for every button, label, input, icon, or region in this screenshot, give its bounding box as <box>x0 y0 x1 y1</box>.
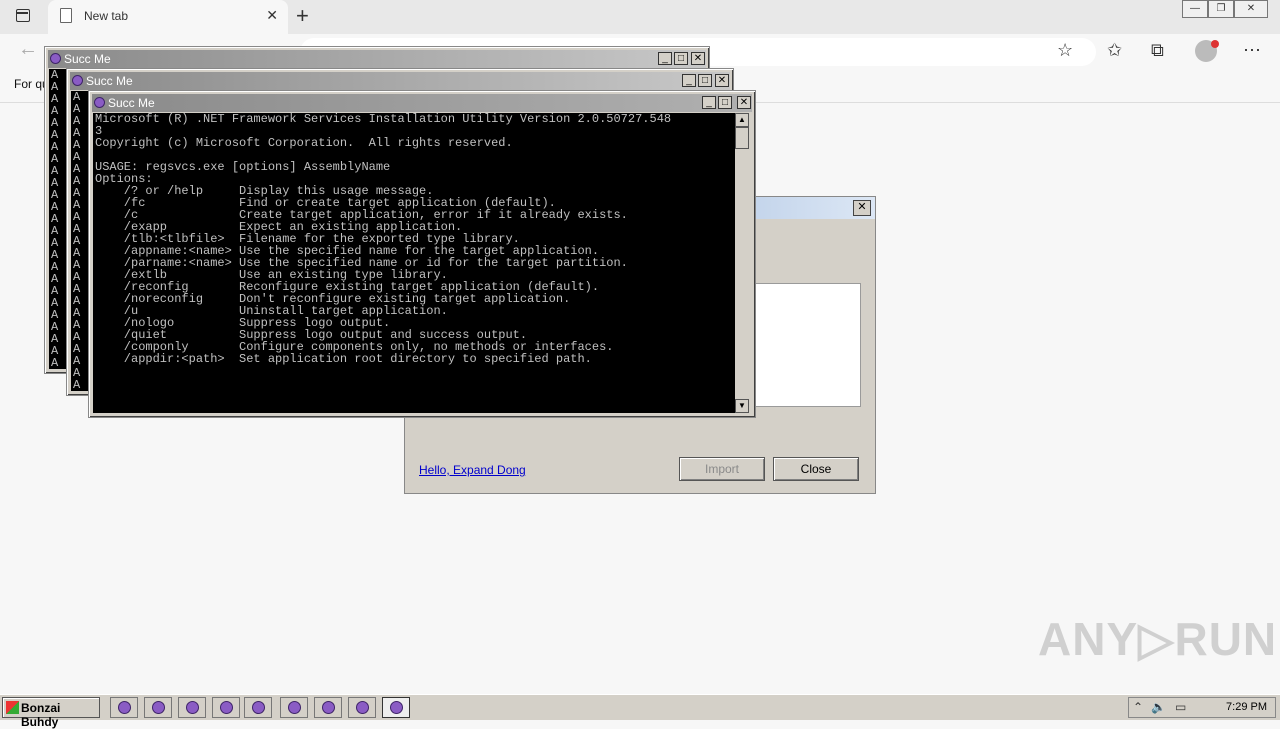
maximize-button[interactable]: □ <box>698 74 712 87</box>
taskbar-item[interactable] <box>314 697 342 718</box>
minimize-window-button[interactable]: — <box>1182 0 1208 18</box>
bonzi-icon <box>390 701 403 714</box>
taskbar-item[interactable] <box>110 697 138 718</box>
close-button[interactable]: ✕ <box>715 74 729 87</box>
maximize-button[interactable]: □ <box>718 96 732 109</box>
minimize-button[interactable]: _ <box>702 96 716 109</box>
dialog-close-icon[interactable]: ✕ <box>853 200 871 216</box>
page-icon <box>60 8 72 23</box>
console-scrollbar[interactable]: ▲ ▼ <box>735 113 749 413</box>
console-title: Succ Me <box>86 74 133 88</box>
bonzi-icon <box>186 701 199 714</box>
tab-new-tab[interactable]: New tab ✕ <box>48 0 288 34</box>
scroll-down-button[interactable]: ▼ <box>735 399 749 413</box>
console-output: Microsoft (R) .NET Framework Services In… <box>93 113 737 413</box>
bonzi-icon <box>356 701 369 714</box>
taskbar-item[interactable] <box>212 697 240 718</box>
bonzi-icon <box>152 701 165 714</box>
watermark-logo: ANY▷RUN <box>1038 613 1278 665</box>
console-title-bar[interactable]: Succ Me _ □ ✕ <box>70 72 730 90</box>
close-button[interactable]: Close <box>773 457 859 481</box>
start-button[interactable]: Bonzai Buhdy <box>2 697 100 729</box>
restore-window-button[interactable]: ❐ <box>1208 0 1234 18</box>
dialog-content-box <box>755 283 861 407</box>
console-title-bar[interactable]: Succ Me _ □ ✕ <box>92 94 752 112</box>
import-button[interactable]: Import <box>679 457 765 481</box>
scroll-thumb[interactable] <box>735 127 749 149</box>
clock[interactable]: 7:29 PM <box>1226 701 1267 713</box>
minimize-button[interactable]: _ <box>682 74 696 87</box>
close-button[interactable]: ✕ <box>691 52 705 65</box>
windows-flag-icon <box>6 701 19 714</box>
minimize-button[interactable]: _ <box>658 52 672 65</box>
new-tab-button[interactable]: + <box>296 3 309 29</box>
scroll-up-button[interactable]: ▲ <box>735 113 749 127</box>
taskbar-item[interactable] <box>178 697 206 718</box>
taskbar-item[interactable] <box>244 697 272 718</box>
console-window-front[interactable]: Succ Me _ □ ✕ Microsoft (R) .NET Framewo… <box>88 90 756 418</box>
bonzi-icon <box>288 701 301 714</box>
maximize-button[interactable]: □ <box>674 52 688 65</box>
network-icon[interactable]: ▭ <box>1175 700 1186 714</box>
taskbar-item[interactable] <box>144 697 172 718</box>
bonzi-icon <box>252 701 265 714</box>
console-title-bar[interactable]: Succ Me _ □ ✕ <box>48 50 706 68</box>
bonzi-icon <box>50 53 61 64</box>
bonzi-icon <box>118 701 131 714</box>
bonzi-icon <box>94 97 105 108</box>
system-tray: ⌃ 🔈 ▭ 7:29 PM <box>1128 697 1276 718</box>
console-title: Succ Me <box>108 96 155 110</box>
bonzi-icon <box>220 701 233 714</box>
back-button[interactable]: ← <box>18 38 38 61</box>
favorites-icon[interactable]: ✩ <box>1107 40 1122 61</box>
bonzi-icon <box>322 701 335 714</box>
close-button[interactable]: ✕ <box>737 96 751 109</box>
more-icon[interactable]: ⋯ <box>1243 40 1261 61</box>
collections-icon[interactable]: ⧉ <box>1151 40 1164 61</box>
taskbar: Bonzai Buhdy ⌃ 🔈 ▭ 7:29 PM <box>0 694 1280 729</box>
taskbar-item[interactable] <box>348 697 376 718</box>
start-label: Bonzai Buhdy <box>21 701 61 729</box>
tab-actions-icon[interactable] <box>16 9 30 22</box>
tab-title: New tab <box>84 9 129 23</box>
show-hidden-icons-icon[interactable]: ⌃ <box>1133 700 1143 714</box>
volume-icon[interactable]: 🔈 <box>1151 700 1166 714</box>
close-tab-icon[interactable]: ✕ <box>266 7 278 24</box>
console-title: Succ Me <box>64 52 111 66</box>
taskbar-item-active[interactable] <box>382 697 410 718</box>
close-window-button[interactable]: ✕ <box>1234 0 1268 18</box>
profile-status-dot <box>1211 40 1219 48</box>
dialog-link[interactable]: Hello, Expand Dong <box>419 463 526 477</box>
bonzi-icon <box>72 75 83 86</box>
taskbar-item[interactable] <box>280 697 308 718</box>
add-favorite-icon[interactable]: ☆ <box>1057 40 1073 61</box>
browser-tab-strip: New tab ✕ + — ❐ ✕ <box>0 0 1280 34</box>
